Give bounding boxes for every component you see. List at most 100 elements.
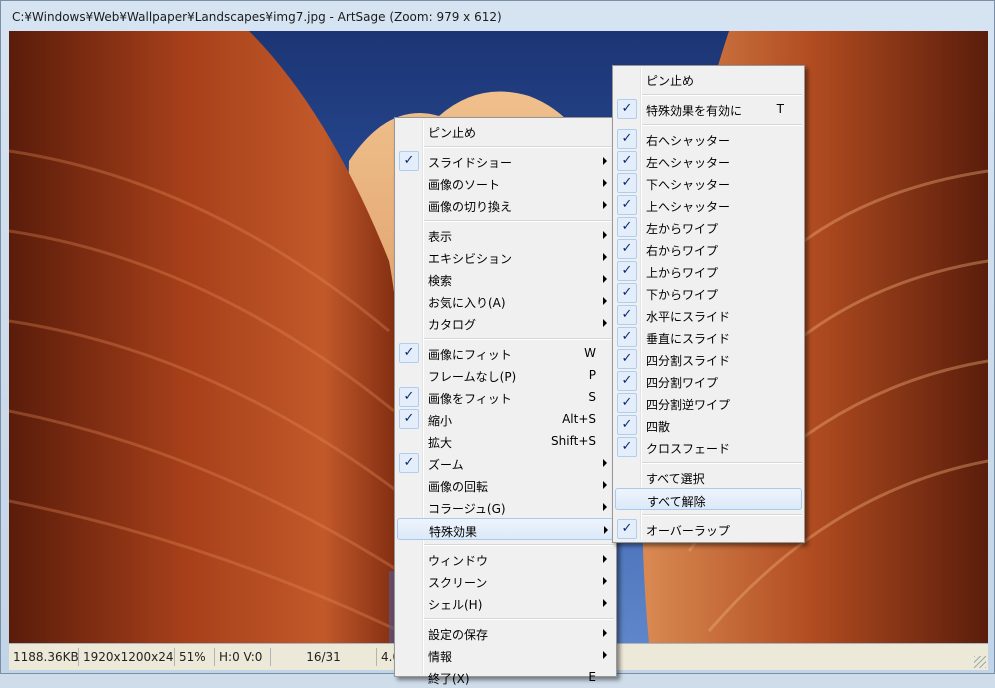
menu-item-label: 垂直にスライド	[646, 332, 731, 346]
effects_menu-item[interactable]: ✓ 右からワイプ	[615, 238, 802, 260]
window-title: C:¥Windows¥Web¥Wallpaper¥Landscapes¥img7…	[12, 10, 502, 24]
menu-item-label: ズーム	[428, 458, 464, 472]
menu-item-label: カタログ	[428, 318, 477, 332]
effects_menu-item[interactable]: ✓ 水平にスライド	[615, 304, 802, 326]
menu-separator	[424, 338, 614, 340]
main_menu-item[interactable]: ✓ 画像にフィット W	[397, 342, 614, 364]
check-icon: ✓	[617, 371, 637, 391]
effects_menu-item[interactable]: ✓ 下からワイプ	[615, 282, 802, 304]
main_menu-item[interactable]: 情報	[397, 644, 614, 666]
effects_menu-item[interactable]: ✓ 右へシャッター	[615, 128, 802, 150]
menu-item-label: 情報	[428, 650, 453, 664]
effects_menu-item[interactable]: ✓ 下へシャッター	[615, 172, 802, 194]
main_menu-item[interactable]: 画像の切り換え	[397, 194, 614, 216]
menu-item-shortcut: S	[588, 390, 596, 404]
check-icon: ✓	[617, 99, 637, 119]
main_menu-item[interactable]: 設定の保存	[397, 622, 614, 644]
check-icon: ✓	[399, 343, 419, 363]
submenu-arrow-icon	[603, 275, 607, 283]
main_menu-item[interactable]: カタログ	[397, 312, 614, 334]
effects_menu-item[interactable]: ✓ クロスフェード	[615, 436, 802, 458]
submenu-arrow-icon	[603, 459, 607, 467]
main_menu-item[interactable]: フレームなし(P) P	[397, 364, 614, 386]
check-icon: ✓	[399, 409, 419, 429]
main_menu-item[interactable]: 特殊効果	[397, 518, 614, 540]
main_menu-item[interactable]: 検索	[397, 268, 614, 290]
main_menu-item[interactable]: 拡大 Shift+S	[397, 430, 614, 452]
check-icon: ✓	[617, 239, 637, 259]
effects_menu-item[interactable]: ✓ 四散	[615, 414, 802, 436]
submenu-arrow-icon	[603, 599, 607, 607]
main_menu-item[interactable]: ✓ スライドショー	[397, 150, 614, 172]
effects_menu-item[interactable]: ✓ 上からワイプ	[615, 260, 802, 282]
main_menu-item[interactable]: 終了(X) E	[397, 666, 614, 688]
check-icon: ✓	[617, 217, 637, 237]
main_menu-item[interactable]: お気に入り(A)	[397, 290, 614, 312]
menu-item-label: 表示	[428, 230, 453, 244]
menu-item-label: ピン止め	[428, 126, 477, 140]
check-icon: ✓	[617, 129, 637, 149]
menu-item-label: 左からワイプ	[646, 222, 719, 236]
effects_menu-item[interactable]: ✓ 左からワイプ	[615, 216, 802, 238]
effects_menu-item[interactable]: ✓ 四分割スライド	[615, 348, 802, 370]
effects_menu-item[interactable]: ✓ 特殊効果を有効に T	[615, 98, 802, 120]
submenu-arrow-icon	[603, 253, 607, 261]
submenu-arrow-icon	[603, 481, 607, 489]
menu-item-label: 終了(X)	[428, 672, 470, 686]
effects_menu-item[interactable]: ✓ 四分割逆ワイプ	[615, 392, 802, 414]
check-icon: ✓	[617, 437, 637, 457]
menu-separator	[642, 462, 802, 464]
check-icon: ✓	[617, 349, 637, 369]
menu-item-label: 下へシャッター	[646, 178, 731, 192]
main_menu-item[interactable]: スクリーン	[397, 570, 614, 592]
main_menu-item[interactable]: ウィンドウ	[397, 548, 614, 570]
submenu-arrow-icon	[603, 157, 607, 165]
menu-item-label: スライドショー	[428, 156, 513, 170]
main_menu-item[interactable]: 画像のソート	[397, 172, 614, 194]
menu-separator	[424, 220, 614, 222]
menu-item-label: 画像をフィット	[428, 392, 512, 406]
check-icon: ✓	[617, 415, 637, 435]
effects_menu-item[interactable]: ✓ オーバーラップ	[615, 518, 802, 540]
main_menu-item[interactable]: エキシビション	[397, 246, 614, 268]
check-icon: ✓	[617, 393, 637, 413]
effects_menu-item[interactable]: ✓ 上へシャッター	[615, 194, 802, 216]
effects_menu-item[interactable]: ✓ 左へシャッター	[615, 150, 802, 172]
effects_menu-item[interactable]: ✓ 垂直にスライド	[615, 326, 802, 348]
check-icon: ✓	[399, 453, 419, 473]
menu-item-label: 上へシャッター	[646, 200, 731, 214]
check-icon: ✓	[617, 173, 637, 193]
status-position: H:0 V:0	[215, 648, 271, 666]
menu-item-label: シェル(H)	[428, 598, 483, 612]
menu-item-label: 水平にスライド	[646, 310, 731, 324]
menu-item-label: 検索	[428, 274, 453, 288]
main_menu-item[interactable]: コラージュ(G)	[397, 496, 614, 518]
menu-item-shortcut: E	[588, 670, 596, 684]
menu-separator	[642, 124, 802, 126]
menu-separator	[642, 514, 802, 516]
menu-item-label: オーバーラップ	[646, 524, 730, 538]
check-icon: ✓	[617, 261, 637, 281]
menu-item-label: 上からワイプ	[646, 266, 719, 280]
effects_menu-item[interactable]: ピン止め	[615, 68, 802, 90]
submenu-arrow-icon	[603, 629, 607, 637]
effects_menu-item[interactable]: すべて解除	[615, 488, 802, 510]
main_menu-item[interactable]: ✓ 画像をフィット S	[397, 386, 614, 408]
effects_menu-item[interactable]: ✓ 四分割ワイプ	[615, 370, 802, 392]
menu-item-shortcut: Alt+S	[562, 412, 596, 426]
resize-grip-icon[interactable]	[974, 656, 986, 668]
context-menu: ピン止め ✓ スライドショー 画像のソート 画像の切り換え 表示 エキシビション 検索 お気に入…	[394, 117, 617, 686]
submenu-arrow-icon	[603, 297, 607, 305]
check-icon: ✓	[617, 283, 637, 303]
main_menu-item[interactable]: ✓ 縮小 Alt+S	[397, 408, 614, 430]
main_menu-item[interactable]: ✓ ズーム	[397, 452, 614, 474]
main_menu-item[interactable]: 表示	[397, 224, 614, 246]
effects-submenu: ピン止め ✓ 特殊効果を有効に T ✓ 右へシャッター ✓ 左へシャッター ✓ 下へシャッター ✓ 上…	[612, 65, 805, 543]
title-bar[interactable]: C:¥Windows¥Web¥Wallpaper¥Landscapes¥img7…	[1, 1, 994, 31]
effects_menu-item[interactable]: すべて選択	[615, 466, 802, 488]
menu-item-label: 下からワイプ	[646, 288, 719, 302]
main_menu-item[interactable]: 画像の回転	[397, 474, 614, 496]
main_menu-item[interactable]: シェル(H)	[397, 592, 614, 614]
status-zoom: 51%	[175, 648, 215, 666]
main_menu-item[interactable]: ピン止め	[397, 120, 614, 142]
